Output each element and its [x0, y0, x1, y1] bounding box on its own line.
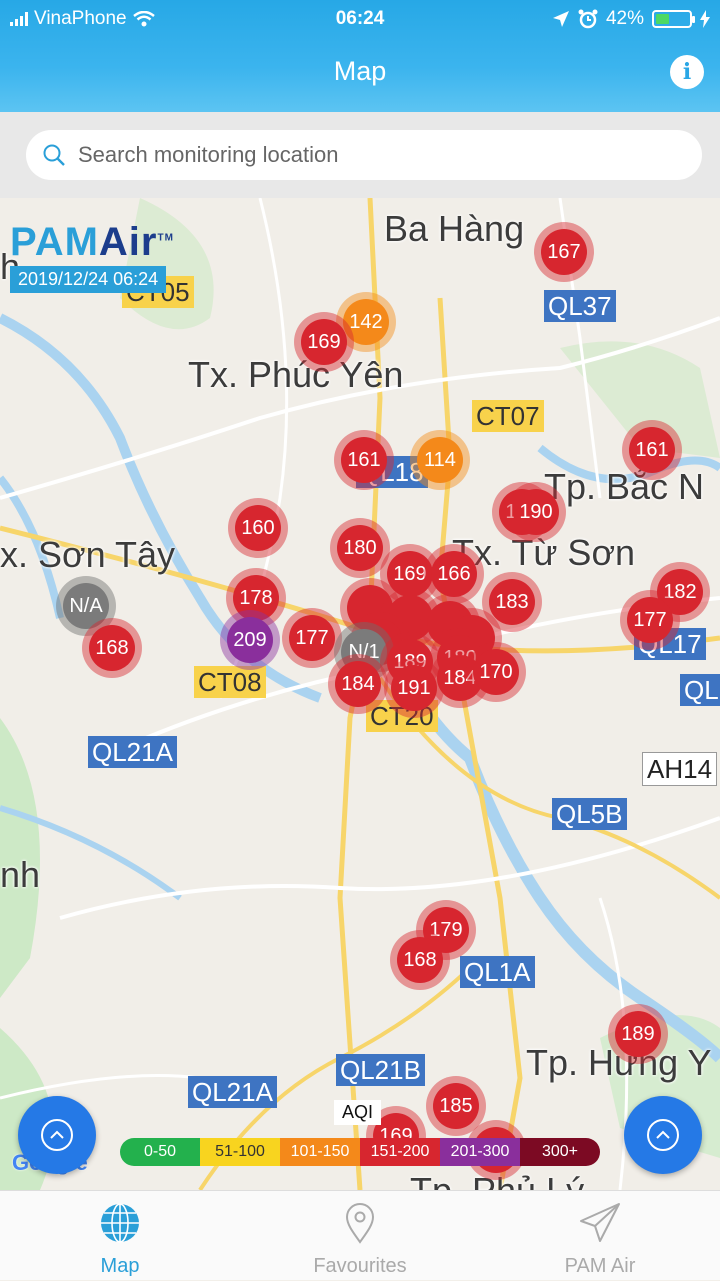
chevron-up-icon — [41, 1119, 73, 1151]
road-label: AH14 — [642, 752, 718, 786]
aqi-marker[interactable]: 114 — [410, 430, 470, 490]
pam-air-logo: PAMAirTM — [10, 220, 174, 264]
location-arrow-icon — [552, 11, 569, 27]
tab-map[interactable]: Map — [0, 1191, 240, 1281]
tab-pam-air[interactable]: PAM Air — [480, 1191, 720, 1281]
aqi-marker[interactable]: 209 — [220, 610, 280, 670]
charging-icon — [700, 10, 710, 28]
legend-range: 201-300 — [440, 1138, 520, 1166]
aqi-marker[interactable]: 161 — [334, 430, 394, 490]
place-label: nh — [0, 854, 41, 895]
aqi-marker[interactable]: 177 — [620, 590, 680, 650]
place-label: Tx. Phúc Yên — [188, 354, 404, 395]
aqi-marker[interactable]: 190 — [506, 482, 566, 542]
legend-range: 300+ — [520, 1138, 600, 1166]
aqi-marker[interactable]: 184 — [328, 654, 388, 714]
tab-label: PAM Air — [564, 1255, 636, 1277]
battery-percent: 42% — [605, 8, 644, 29]
road-label: QL1A — [460, 956, 535, 988]
location-pin-icon — [345, 1203, 375, 1244]
legend-range: 0-50 — [120, 1138, 200, 1166]
aqi-marker[interactable]: 167 — [534, 222, 594, 282]
road-label: QL21B — [336, 1054, 425, 1086]
alarm-icon — [578, 9, 598, 29]
road-label: CT08 — [194, 666, 266, 698]
bottom-tab-bar: Map Favourites PAM Air — [0, 1190, 720, 1280]
tab-favourites[interactable]: Favourites — [240, 1191, 480, 1281]
search-input[interactable] — [78, 142, 638, 168]
aqi-marker[interactable]: 170 — [466, 642, 526, 702]
map-view[interactable]: PAMAirTM Ba Hàng Tx. Phúc Yên x. Sơn Tây… — [0, 198, 720, 1190]
road-label: QL37 — [544, 290, 616, 322]
aqi-marker[interactable]: 183 — [482, 572, 542, 632]
aqi-legend: 0-50 51-100 101-150 151-200 201-300 300+ — [120, 1138, 600, 1166]
aqi-marker[interactable]: 169 — [294, 312, 354, 372]
aqi-marker[interactable]: 168 — [82, 618, 142, 678]
aqi-marker[interactable]: 189 — [608, 1004, 668, 1064]
place-label: x. Sơn Tây — [0, 534, 176, 575]
paper-plane-icon — [580, 1203, 620, 1242]
aqi-marker[interactable]: 160 — [228, 498, 288, 558]
road-label: QL21A — [188, 1076, 277, 1108]
place-label: Ba Hàng — [384, 208, 525, 249]
aqi-marker[interactable]: 177 — [282, 608, 342, 668]
search-icon — [43, 144, 65, 166]
info-icon[interactable]: i — [670, 55, 704, 89]
legend-range: 151-200 — [360, 1138, 440, 1166]
place-label: Tp. Bắc N — [544, 466, 705, 507]
tab-label: Favourites — [313, 1255, 407, 1277]
aqi-marker[interactable]: 168 — [390, 930, 450, 990]
legend-title: AQI — [334, 1100, 382, 1125]
expand-up-button-right[interactable] — [624, 1096, 702, 1174]
road-label: QL21A — [88, 736, 177, 768]
page-title: Map — [333, 56, 387, 86]
search-bar-container — [0, 112, 720, 198]
aqi-marker[interactable]: 161 — [622, 420, 682, 480]
road-label: CT07 — [472, 400, 544, 432]
search-box[interactable] — [26, 130, 702, 180]
road-label: QL5B — [552, 798, 627, 830]
app-header: VinaPhone 06:24 42% Map i — [0, 0, 720, 112]
battery-icon — [652, 10, 695, 28]
status-bar: VinaPhone 06:24 42% — [0, 0, 720, 38]
globe-icon — [101, 1203, 139, 1243]
chevron-up-icon — [647, 1119, 679, 1151]
tab-label: Map — [100, 1255, 140, 1277]
road-label: QL — [680, 674, 720, 706]
expand-up-button-left[interactable] — [18, 1096, 96, 1174]
legend-range: 101-150 — [280, 1138, 360, 1166]
legend-range: 51-100 — [200, 1138, 280, 1166]
data-timestamp: 2019/12/24 06:24 — [10, 266, 167, 293]
